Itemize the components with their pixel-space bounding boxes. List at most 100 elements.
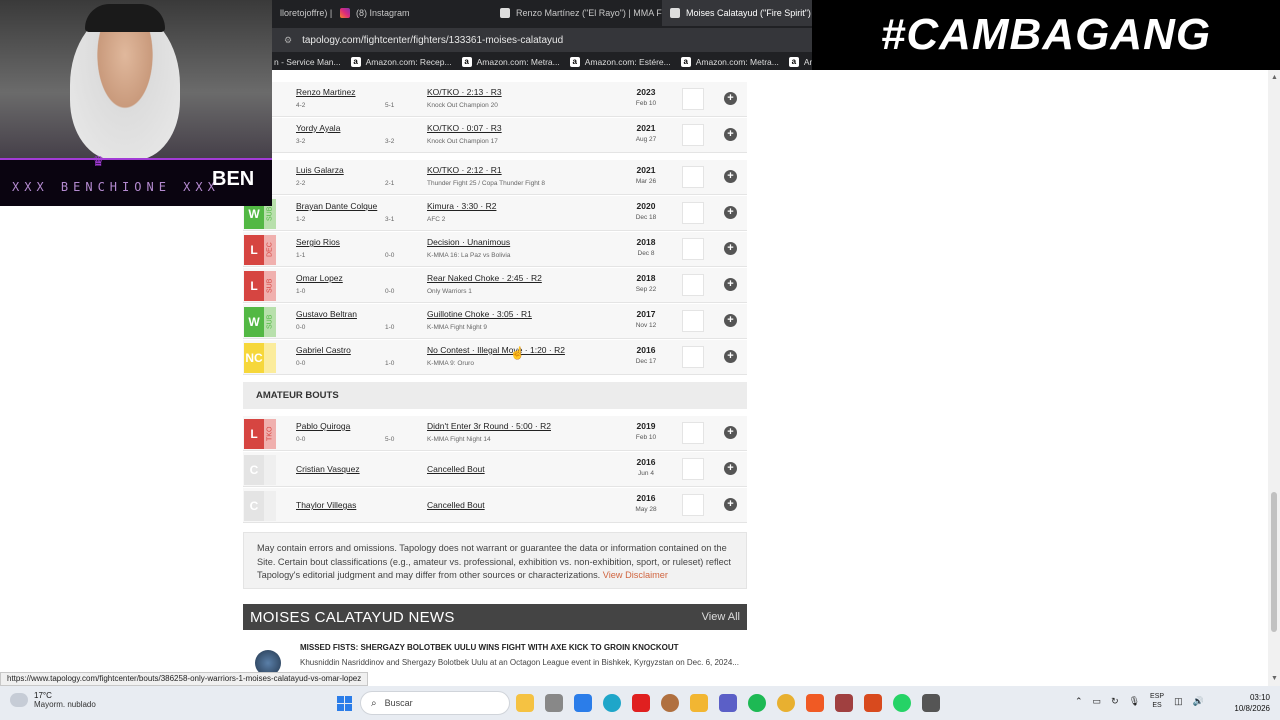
- method-link[interactable]: KO/TKO · 2:12 · R1: [427, 165, 502, 175]
- opponent-link[interactable]: Gustavo Beltran: [296, 309, 357, 319]
- opponent-link[interactable]: Sergio Rios: [296, 237, 340, 247]
- promotion-logo-icon[interactable]: [682, 238, 704, 260]
- expand-plus-icon[interactable]: +: [724, 498, 737, 511]
- brave-active-icon[interactable]: [864, 694, 882, 712]
- expand-plus-icon[interactable]: +: [724, 314, 737, 327]
- promotion-logo-icon[interactable]: [682, 88, 704, 110]
- tab-instagram[interactable]: (8) Instagram: [332, 0, 492, 26]
- wifi-icon[interactable]: ◫: [1174, 696, 1183, 707]
- scroll-down-icon[interactable]: ▼: [1271, 675, 1278, 682]
- bout-date: Feb 10: [635, 434, 657, 441]
- opponent-record: 3-1: [385, 216, 395, 223]
- expand-plus-icon[interactable]: +: [724, 462, 737, 475]
- promotion-logo-icon[interactable]: [682, 124, 704, 146]
- opponent-record: 5-0: [385, 436, 395, 443]
- method-link[interactable]: Didn't Enter 3r Round · 5:00 · R2: [427, 421, 551, 431]
- calculator-icon[interactable]: [922, 694, 940, 712]
- edge-icon[interactable]: [603, 694, 621, 712]
- youtube-icon[interactable]: [632, 694, 650, 712]
- language-indicator[interactable]: ESP ES: [1150, 692, 1164, 710]
- method-link[interactable]: Kimura · 3:30 · R2: [427, 201, 496, 211]
- opponent-link[interactable]: Brayan Dante Colque: [296, 201, 377, 211]
- folder-icon[interactable]: [690, 694, 708, 712]
- method-link[interactable]: KO/TKO · 0:07 · R3: [427, 123, 502, 133]
- brave-icon[interactable]: [806, 694, 824, 712]
- opponent-link[interactable]: Thaylor Villegas: [296, 500, 356, 510]
- expand-plus-icon[interactable]: +: [724, 170, 737, 183]
- file-explorer-icon[interactable]: [516, 694, 534, 712]
- expand-plus-icon[interactable]: +: [724, 242, 737, 255]
- opponent-link[interactable]: Pablo Quiroga: [296, 421, 350, 431]
- method-link[interactable]: Rear Naked Choke · 2:45 · R2: [427, 273, 542, 283]
- result-badge: C: [244, 491, 264, 521]
- sync-icon[interactable]: ↻: [1111, 696, 1119, 707]
- opponent-link[interactable]: Yordy Ayala: [296, 123, 340, 133]
- view-disclaimer-link[interactable]: View Disclaimer: [603, 570, 668, 580]
- fighter-record: 1-0: [296, 288, 306, 295]
- news-item-title[interactable]: MISSED FISTS: SHERGAZY BOLOTBEK UULU WIN…: [300, 643, 679, 652]
- opponent-link[interactable]: Omar Lopez: [296, 273, 343, 283]
- expand-plus-icon[interactable]: +: [724, 206, 737, 219]
- chrome-icon[interactable]: [777, 694, 795, 712]
- app-icon[interactable]: [545, 694, 563, 712]
- promotion-logo-icon[interactable]: [682, 494, 704, 516]
- bookmark-item[interactable]: a Amazon.com: Metra...: [679, 57, 787, 67]
- taskbar-search[interactable]: ⌕ Buscar: [360, 691, 510, 715]
- bookmark-item[interactable]: n - Service Man...: [272, 57, 349, 67]
- streamer-cap: [85, 4, 165, 32]
- bookmark-item[interactable]: a Amazon.com: Recep...: [349, 57, 460, 67]
- spotify-icon[interactable]: [748, 694, 766, 712]
- teams-icon[interactable]: [719, 694, 737, 712]
- page-scrollbar[interactable]: ▲ ▼: [1268, 70, 1280, 686]
- method-link[interactable]: Guillotine Choke · 3:05 · R1: [427, 309, 532, 319]
- chrome-profile-icon[interactable]: [661, 694, 679, 712]
- method-link[interactable]: Decision · Unanimous: [427, 237, 510, 247]
- expand-plus-icon[interactable]: +: [724, 350, 737, 363]
- opponent-link[interactable]: Renzo Martinez: [296, 87, 356, 97]
- method-link[interactable]: No Contest · Illegal Move · 1:20 · R2: [427, 345, 565, 355]
- opponent-link[interactable]: Gabriel Castro: [296, 345, 351, 355]
- network-icon[interactable]: ▭: [1093, 696, 1102, 707]
- whatsapp-icon[interactable]: [893, 694, 911, 712]
- search-icon: ⌕: [371, 697, 377, 709]
- promotion-logo-icon[interactable]: [682, 422, 704, 444]
- volume-icon[interactable]: 🔊: [1193, 696, 1204, 707]
- chevron-up-icon[interactable]: ⌃: [1075, 696, 1083, 707]
- promotion-logo-icon[interactable]: [682, 166, 704, 188]
- windows-start-icon[interactable]: [337, 696, 352, 711]
- expand-plus-icon[interactable]: +: [724, 426, 737, 439]
- bookmark-item[interactable]: a Amazon.com: Metra...: [460, 57, 568, 67]
- outlook-icon[interactable]: [574, 694, 592, 712]
- expand-plus-icon[interactable]: +: [724, 128, 737, 141]
- clock[interactable]: 03:10 10/8/2026: [1222, 692, 1270, 714]
- app-icon[interactable]: [835, 694, 853, 712]
- promotion-logo-icon[interactable]: [682, 274, 704, 296]
- promotion-logo-icon[interactable]: [682, 458, 704, 480]
- view-all-link[interactable]: View All: [702, 611, 740, 623]
- address-bar[interactable]: ⚙ tapology.com/fightcenter/fighters/1333…: [272, 28, 812, 52]
- weather-description: Mayorm. nublado: [34, 700, 96, 709]
- bookmark-item[interactable]: a Amazon.com: [787, 57, 812, 67]
- tab-renzo[interactable]: Renzo Martínez ("El Rayo") | MMA Fig: [492, 0, 662, 26]
- expand-plus-icon[interactable]: +: [724, 278, 737, 291]
- fighter-record: 0-0: [296, 436, 306, 443]
- site-info-icon[interactable]: ⚙: [284, 35, 292, 46]
- tab-moises[interactable]: Moises Calatayud ("Fire Spirit") |✕: [662, 0, 812, 26]
- scroll-up-icon[interactable]: ▲: [1271, 74, 1278, 81]
- microphone-icon[interactable]: 🎙: [1129, 696, 1140, 707]
- weather-widget[interactable]: 17°C Mayorm. nublado: [10, 691, 96, 709]
- opponent-link[interactable]: Luis Galarza: [296, 165, 344, 175]
- tab-1[interactable]: lloretojoffre) |: [272, 0, 332, 26]
- expand-plus-icon[interactable]: +: [724, 92, 737, 105]
- method-link[interactable]: Cancelled Bout: [427, 500, 485, 510]
- scroll-thumb[interactable]: [1271, 492, 1277, 632]
- bout-date: Dec 18: [635, 214, 657, 221]
- tab-label: lloretojoffre) |: [280, 8, 332, 18]
- promotion-logo-icon[interactable]: [682, 202, 704, 224]
- promotion-logo-icon[interactable]: [682, 310, 704, 332]
- bookmark-item[interactable]: a Amazon.com: Estére...: [568, 57, 679, 67]
- method-link[interactable]: Cancelled Bout: [427, 464, 485, 474]
- promotion-logo-icon[interactable]: [682, 346, 704, 368]
- method-link[interactable]: KO/TKO · 2:13 · R3: [427, 87, 502, 97]
- opponent-link[interactable]: Cristian Vasquez: [296, 464, 360, 474]
